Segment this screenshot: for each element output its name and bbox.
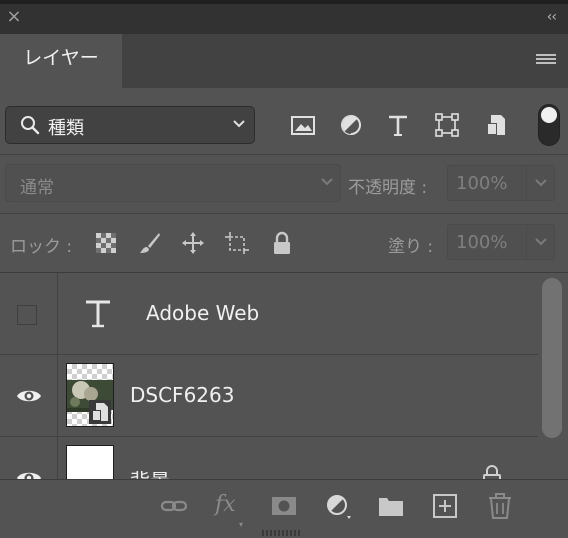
close-panel-icon[interactable]: × bbox=[6, 8, 22, 26]
chevron-down-icon bbox=[535, 179, 547, 187]
toggle-knob bbox=[541, 107, 557, 123]
panel-titlebar: × ‹‹ bbox=[0, 0, 568, 34]
lock-row: ロック : 塗り : 100% bbox=[0, 214, 568, 273]
lock-all-icon[interactable] bbox=[270, 231, 294, 255]
type-layer-icon bbox=[86, 300, 110, 328]
eye-icon[interactable] bbox=[16, 469, 42, 479]
search-icon bbox=[21, 116, 40, 135]
collapse-panel-icon[interactable]: ‹‹ bbox=[547, 10, 557, 24]
layer-name[interactable]: DSCF6263 bbox=[130, 383, 234, 407]
new-adjustment-layer-icon[interactable] bbox=[324, 492, 352, 520]
filter-kind-value: 種類 bbox=[48, 118, 84, 139]
new-layer-icon[interactable] bbox=[431, 492, 459, 520]
layers-bottom-toolbar: fx ▾ bbox=[0, 479, 568, 536]
smart-object-filter-icon[interactable] bbox=[483, 112, 509, 138]
lock-position-icon[interactable] bbox=[181, 231, 205, 255]
layer-thumbnail[interactable] bbox=[66, 445, 114, 479]
opacity-dropdown-button[interactable] bbox=[527, 165, 555, 201]
layer-style-icon[interactable]: fx ▾ bbox=[215, 492, 245, 529]
eye-icon[interactable] bbox=[16, 387, 42, 405]
delete-layer-icon[interactable] bbox=[486, 492, 514, 520]
shape-filter-icon[interactable] bbox=[434, 112, 460, 138]
filter-kind-select[interactable]: 種類 bbox=[5, 106, 255, 144]
lock-transparent-pixels-icon[interactable] bbox=[94, 231, 118, 255]
opacity-value: 100% bbox=[456, 173, 508, 194]
blend-mode-row: 通常 不透明度 : 100% bbox=[0, 155, 568, 214]
visibility-column bbox=[0, 273, 58, 355]
panel-tab-strip: レイヤー bbox=[0, 34, 568, 88]
smart-object-badge-icon bbox=[89, 400, 111, 424]
type-filter-icon[interactable] bbox=[385, 112, 411, 138]
chevron-down-icon bbox=[233, 120, 245, 128]
lock-label: ロック : bbox=[10, 237, 73, 257]
layer-thumbnail[interactable] bbox=[66, 363, 114, 427]
image-filter-icon[interactable] bbox=[290, 112, 316, 138]
chevron-down-icon bbox=[321, 178, 333, 186]
opacity-label: 不透明度 : bbox=[348, 178, 428, 198]
add-mask-icon[interactable] bbox=[270, 492, 298, 520]
filter-toggle-switch[interactable] bbox=[538, 104, 560, 146]
fill-value: 100% bbox=[456, 232, 508, 253]
layer-name[interactable]: 背景 bbox=[130, 465, 170, 479]
layer-name[interactable]: Adobe Web bbox=[146, 301, 259, 325]
new-group-icon[interactable] bbox=[377, 492, 405, 520]
layer-lock-icon bbox=[483, 465, 501, 479]
chevron-down-icon bbox=[535, 238, 547, 246]
dropdown-caret-icon: ▾ bbox=[239, 520, 244, 529]
opacity-field[interactable]: 100% bbox=[447, 165, 527, 201]
lock-image-pixels-icon[interactable] bbox=[138, 231, 162, 255]
visibility-column bbox=[0, 437, 58, 479]
adjustment-filter-icon[interactable] bbox=[338, 112, 364, 138]
layer-filter-row: 種類 bbox=[0, 88, 568, 155]
lock-artboard-icon[interactable] bbox=[225, 231, 249, 255]
blend-mode-select[interactable]: 通常 bbox=[5, 164, 341, 202]
visibility-column bbox=[0, 355, 58, 437]
fill-field[interactable]: 100% bbox=[447, 224, 527, 260]
visibility-toggle[interactable] bbox=[17, 305, 37, 325]
scrollbar-thumb[interactable] bbox=[542, 278, 562, 438]
blend-mode-value: 通常 bbox=[20, 178, 54, 198]
layers-list: Adobe Web DSCF6263 bbox=[0, 273, 538, 479]
layer-row[interactable]: Adobe Web bbox=[0, 273, 538, 355]
fill-dropdown-button[interactable] bbox=[527, 224, 555, 260]
tab-layers[interactable]: レイヤー bbox=[0, 34, 122, 88]
fill-label: 塗り : bbox=[388, 237, 434, 257]
layer-row[interactable]: DSCF6263 bbox=[0, 355, 538, 437]
panel-menu-icon[interactable] bbox=[536, 54, 556, 68]
panel-resize-grip[interactable] bbox=[262, 530, 302, 536]
layer-row[interactable]: 背景 bbox=[0, 437, 538, 479]
link-layers-icon[interactable] bbox=[160, 492, 188, 520]
